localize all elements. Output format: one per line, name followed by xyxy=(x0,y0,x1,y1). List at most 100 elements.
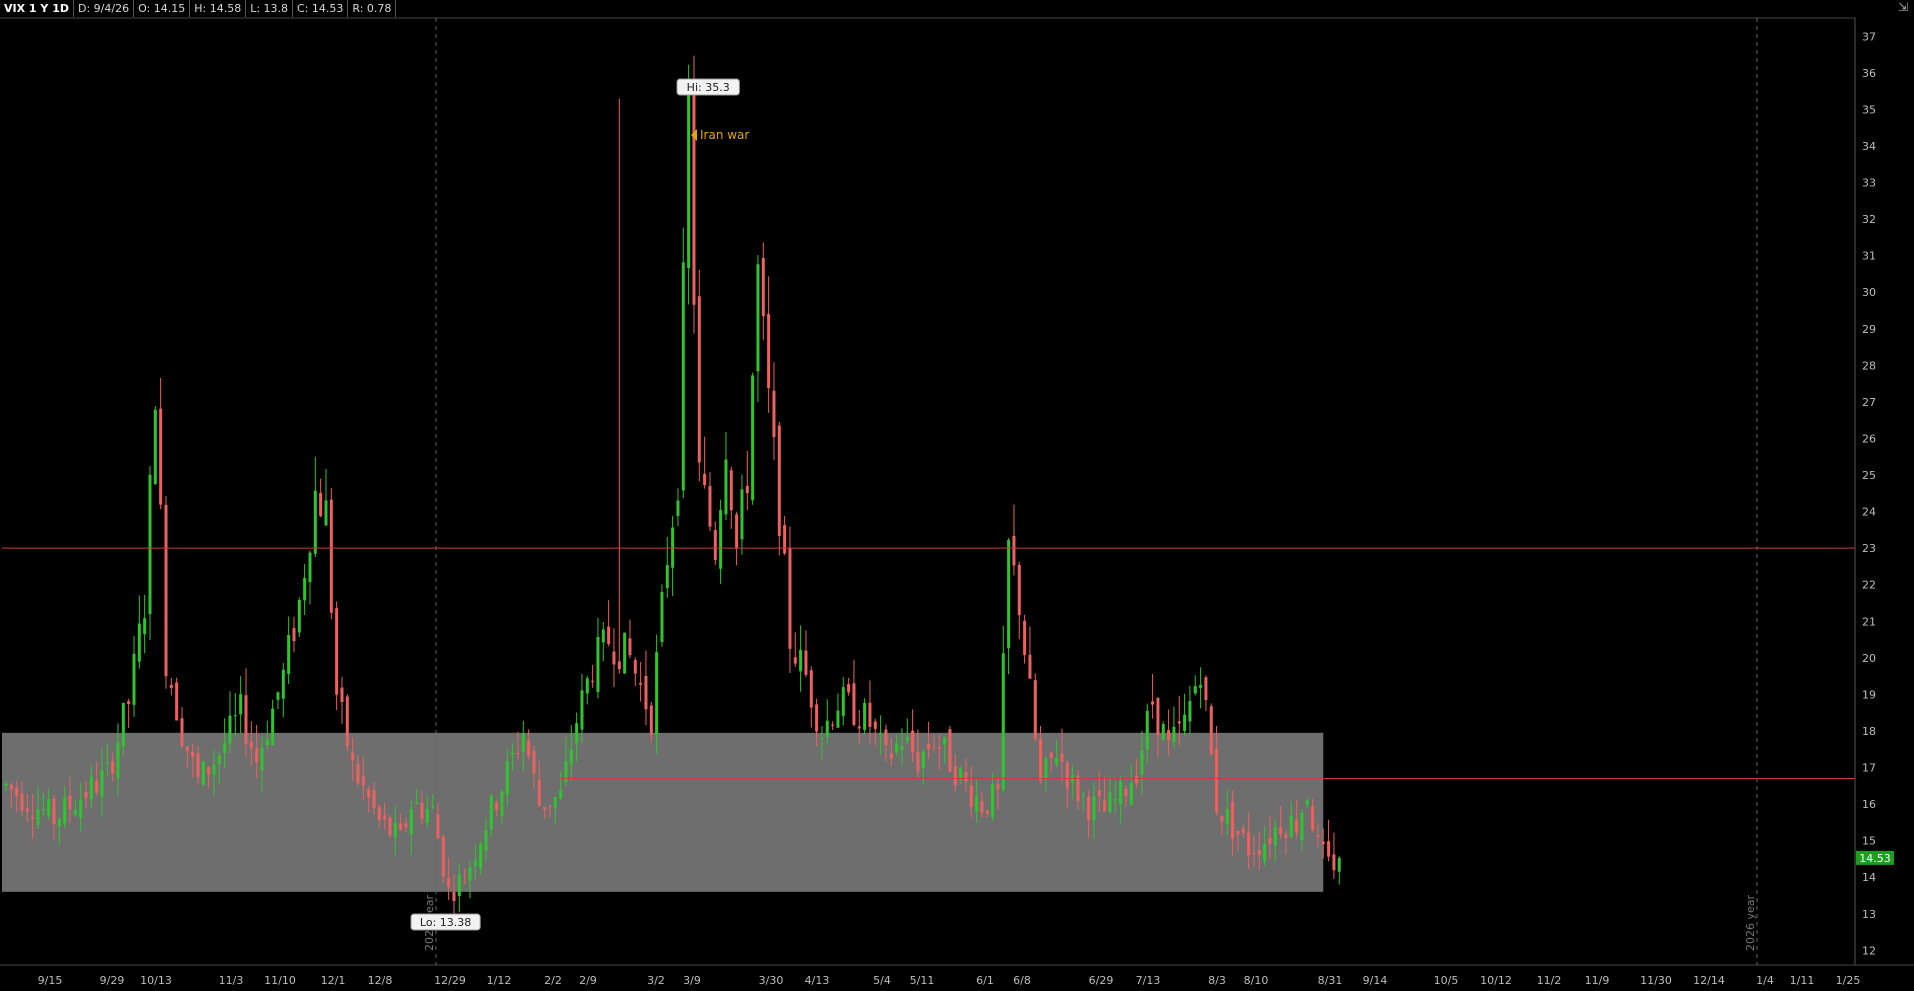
candle-body xyxy=(297,600,301,633)
candle-body xyxy=(783,525,787,554)
candle-body xyxy=(580,690,584,730)
candle-body xyxy=(1156,697,1160,736)
candle-body xyxy=(191,751,195,757)
candle-body xyxy=(697,296,701,463)
candle-body xyxy=(772,390,776,438)
candle-body xyxy=(1023,620,1027,655)
candle-body xyxy=(879,732,883,734)
candle-body xyxy=(1033,680,1037,739)
candle-body xyxy=(233,715,237,717)
candle-body xyxy=(452,891,456,901)
candle-body xyxy=(351,752,355,760)
candle-body xyxy=(1135,776,1139,784)
candle-body xyxy=(425,808,429,824)
candle-body xyxy=(4,783,8,786)
y-tick-label: 12 xyxy=(1862,944,1876,957)
candle-body xyxy=(164,504,168,677)
candle-body xyxy=(649,705,653,735)
candle-body xyxy=(804,650,808,675)
candle-body xyxy=(996,784,1000,790)
x-tick-label: 11/30 xyxy=(1640,974,1672,987)
candle-body xyxy=(527,740,531,756)
candle-body xyxy=(820,737,824,739)
candle-body xyxy=(1113,799,1117,801)
candle-body xyxy=(756,264,760,372)
candle-body xyxy=(1215,749,1219,813)
candle-body xyxy=(1060,753,1064,762)
candle-body xyxy=(543,807,547,810)
candle-body xyxy=(777,425,781,536)
candle-body xyxy=(159,408,163,505)
candle-body xyxy=(265,739,269,746)
x-tick-label: 12/8 xyxy=(368,974,393,987)
candle-body xyxy=(863,703,867,730)
y-tick-label: 15 xyxy=(1862,835,1876,848)
candle-body xyxy=(708,485,712,527)
candle-body xyxy=(1247,832,1251,856)
candle-body xyxy=(244,695,248,745)
candle-body xyxy=(799,649,803,672)
candle-body xyxy=(223,742,227,753)
candle-body xyxy=(95,780,99,793)
x-tick-label: 6/8 xyxy=(1013,974,1031,987)
candle-body xyxy=(500,791,504,817)
candle-body xyxy=(953,766,957,786)
x-tick-label: 11/2 xyxy=(1537,974,1562,987)
candle-body xyxy=(692,92,696,305)
candle-body xyxy=(436,813,440,839)
x-tick-label: 11/10 xyxy=(264,974,296,987)
y-tick-label: 30 xyxy=(1862,286,1876,299)
x-tick-label: 7/13 xyxy=(1136,974,1161,987)
candle-body xyxy=(239,694,243,715)
candle-body xyxy=(1017,564,1021,616)
x-tick-label: 8/10 xyxy=(1244,974,1269,987)
candle-body xyxy=(655,652,659,735)
candle-body xyxy=(340,687,344,702)
candle-body xyxy=(601,629,605,643)
candle-body xyxy=(281,669,285,699)
candle-body xyxy=(292,627,296,642)
y-tick-label: 31 xyxy=(1862,250,1876,263)
candle-body xyxy=(884,729,888,746)
x-tick-label: 12/14 xyxy=(1693,974,1725,987)
candle-body xyxy=(303,577,307,601)
candle-body xyxy=(1284,834,1288,838)
x-tick-label: 6/1 xyxy=(976,974,994,987)
x-tick-label: 10/13 xyxy=(140,974,172,987)
candle-body xyxy=(356,763,360,784)
candle-body xyxy=(276,692,280,700)
y-tick-label: 21 xyxy=(1862,615,1876,628)
y-tick-label: 18 xyxy=(1862,725,1876,738)
candle-body xyxy=(57,819,61,827)
candle-body xyxy=(1044,758,1048,779)
candle-body xyxy=(660,591,664,642)
candle-body xyxy=(948,729,952,772)
support-zone xyxy=(2,732,1324,892)
candle-body xyxy=(729,470,733,511)
candle-body xyxy=(415,802,419,804)
candle-body xyxy=(505,761,509,795)
candle-body xyxy=(1103,800,1107,812)
candle-body xyxy=(633,660,637,674)
candle-body xyxy=(831,724,835,726)
candle-body xyxy=(271,708,275,746)
candle-body xyxy=(900,745,904,750)
vix-candlestick-chart[interactable]: 2026 year2026 year1213141516171819202122… xyxy=(0,0,1914,991)
candle-body xyxy=(308,552,312,583)
candle-body xyxy=(751,375,755,501)
candle-body xyxy=(1151,701,1155,705)
candle-body xyxy=(20,793,24,811)
candle-body xyxy=(809,670,813,708)
candle-body xyxy=(196,753,200,778)
candle-body xyxy=(511,752,515,755)
candle-body xyxy=(703,473,707,486)
candle-body xyxy=(665,565,669,588)
candle-body xyxy=(1337,857,1341,872)
last-price-label: 14.53 xyxy=(1859,852,1891,865)
candle-body xyxy=(1007,539,1011,649)
candle-body xyxy=(9,784,13,790)
candle-body xyxy=(431,806,435,808)
candle-body xyxy=(1124,788,1128,797)
candle-body xyxy=(1209,706,1213,755)
candle-body xyxy=(719,510,723,569)
